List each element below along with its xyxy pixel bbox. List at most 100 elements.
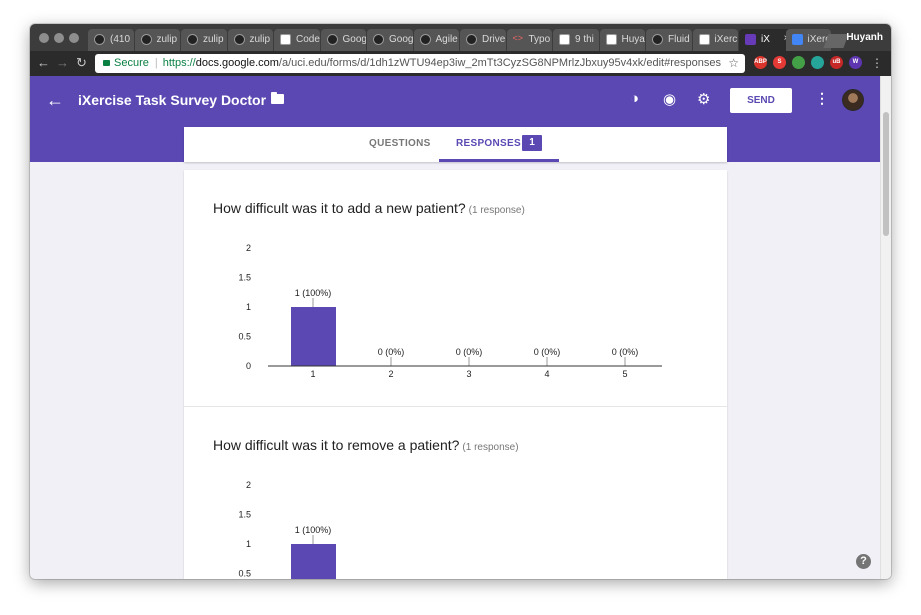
tab-label: zulip (203, 34, 224, 45)
send-button[interactable]: SEND (730, 88, 792, 113)
data-label: 0 (0%) (612, 347, 639, 357)
y-tick-label: 1.5 (238, 510, 251, 520)
browser-tab[interactable]: Fluid (646, 29, 692, 51)
docs-icon (791, 34, 803, 45)
bar-chart: 0.511.521 (100%)1 (238, 475, 668, 579)
chart-svg: 0.511.521 (100%)1 (238, 480, 336, 579)
url-path: /a/uci.edu/forms/d/1dh1zWTU94ep3iw_2mTt3… (278, 57, 721, 69)
x-tick-label: 3 (466, 369, 471, 379)
y-tick-label: 1.5 (238, 273, 251, 283)
help-icon[interactable]: ? (856, 554, 871, 569)
data-label: 1 (100%) (295, 525, 332, 535)
browser-tab[interactable]: zulip (134, 29, 180, 51)
data-label: 0 (0%) (534, 347, 561, 357)
data-label: 0 (0%) (378, 347, 405, 357)
browser-tab[interactable]: <> Typo (506, 29, 552, 51)
y-tick-label: 1 (246, 302, 251, 312)
page-scrollbar[interactable] (880, 76, 891, 579)
browser-tab[interactable]: Goog (367, 29, 413, 51)
x-tick-label: 4 (544, 369, 549, 379)
browser-tab[interactable]: Huya (599, 29, 645, 51)
x-tick-label: 1 (310, 369, 315, 379)
github-icon (466, 34, 477, 45)
browser-tab[interactable]: iXerc (692, 29, 738, 51)
folder-icon[interactable] (271, 92, 284, 104)
address-bar[interactable]: Secure | https://docs.google.com/a/uci.edu… (95, 54, 745, 73)
round-extension-icon[interactable] (811, 56, 824, 69)
settings-gear-icon[interactable]: ⚙ (697, 90, 710, 108)
bar[interactable] (291, 544, 336, 579)
tab-strip: (410 zulip zulip zulip Code Goog Goog Agile Driv… (30, 24, 891, 51)
scrollbar-thumb[interactable] (883, 112, 889, 236)
tab-label: Goog (389, 34, 413, 45)
tab-label: zulip (249, 34, 271, 45)
chart-svg: 0 0.5 1 1.5 2 1 (100%) 1 0 (0%) 2 0 (0%) 3 0 (0%) 4 0… (238, 243, 662, 379)
x-tick-label: 5 (622, 369, 627, 379)
browser-tab[interactable]: 9 thi (553, 29, 599, 51)
document-icon (698, 34, 710, 45)
y-tick-label: 0.5 (238, 569, 251, 579)
github-icon (140, 34, 152, 45)
y-tick-label: 0 (246, 361, 251, 371)
browser-tab[interactable]: Agile (413, 29, 459, 51)
profile-name[interactable]: Huyanh (846, 32, 883, 43)
browser-tab[interactable]: Drive (460, 29, 506, 51)
tab-label: 9 thi (575, 34, 594, 45)
url-scheme: https:// (162, 57, 196, 69)
github-icon (419, 34, 431, 45)
minimize-window-button[interactable] (54, 33, 64, 43)
question-title: How difficult was it to remove a patient… (213, 437, 519, 453)
maximize-window-button[interactable] (69, 33, 79, 43)
more-options-icon[interactable]: ⋮ (815, 90, 829, 107)
browser-tab[interactable]: Goog (320, 29, 366, 51)
active-tab-indicator (439, 159, 559, 162)
bar-chart: 0 0.5 1 1.5 2 1 (100%) 1 0 (0%) 2 0 (0%) 3 0 (0%) 4 0… (238, 238, 668, 388)
tab-label: Typo (528, 34, 551, 45)
browser-tab[interactable]: zulip (181, 29, 227, 51)
ublock-icon[interactable]: uB (830, 56, 843, 69)
github-icon (233, 34, 245, 45)
response-count: (1 response) (462, 442, 519, 453)
browser-toolbar: ← → ↻ Secure | https://docs.google.com/a/u… (30, 51, 891, 76)
new-tab-button[interactable] (823, 34, 849, 48)
secure-label: Secure (114, 57, 149, 69)
forward-arrow-icon[interactable]: → (56, 55, 69, 71)
browser-tab[interactable]: (410 (88, 29, 134, 51)
w-extension-icon[interactable]: W (849, 56, 862, 69)
bar[interactable] (291, 307, 336, 366)
reload-icon[interactable]: ↻ (76, 55, 87, 71)
browser-tab[interactable]: Code (274, 29, 320, 51)
user-avatar[interactable] (842, 89, 864, 111)
github-icon (326, 34, 338, 45)
forms-icon (745, 34, 756, 45)
question-title: How difficult was it to add a new patien… (213, 200, 525, 216)
ws-icon (605, 34, 617, 45)
document-icon (280, 34, 291, 45)
tab-label: (410 (110, 34, 131, 45)
palette-icon[interactable]: ◑ (630, 90, 639, 107)
back-arrow-icon[interactable]: ← (46, 90, 64, 111)
tab-questions[interactable]: QUESTIONS (369, 138, 431, 149)
y-tick-label: 1 (246, 539, 251, 549)
tab-label: zulip (156, 34, 178, 45)
responses-summary: How difficult was it to add a new patien… (184, 170, 727, 579)
tab-responses[interactable]: RESPONSES (456, 138, 521, 149)
form-title: iXercise Task Survey Doctor (78, 92, 267, 108)
browser-tab[interactable]: zulip (227, 29, 273, 51)
back-arrow-icon[interactable]: ← (37, 55, 50, 71)
y-tick-label: 2 (246, 243, 251, 253)
github-icon (187, 34, 198, 45)
chrome-menu-icon[interactable]: ⋮ (871, 56, 883, 70)
preview-eye-icon[interactable]: ◉ (663, 90, 676, 108)
close-window-button[interactable] (39, 33, 49, 43)
grid-extension-icon[interactable] (792, 56, 805, 69)
adblock-icon[interactable]: ABP (754, 56, 767, 69)
x-tick-label: 2 (388, 369, 393, 379)
lock-icon (103, 60, 110, 66)
question-card: How difficult was it to add a new patien… (184, 170, 727, 406)
bookmark-star-icon[interactable]: ☆ (728, 56, 739, 70)
data-label: 1 (100%) (295, 288, 332, 298)
s-extension-icon[interactable]: S (773, 56, 786, 69)
tab-label: Huya (621, 34, 645, 45)
tab-label: Code (296, 34, 320, 45)
